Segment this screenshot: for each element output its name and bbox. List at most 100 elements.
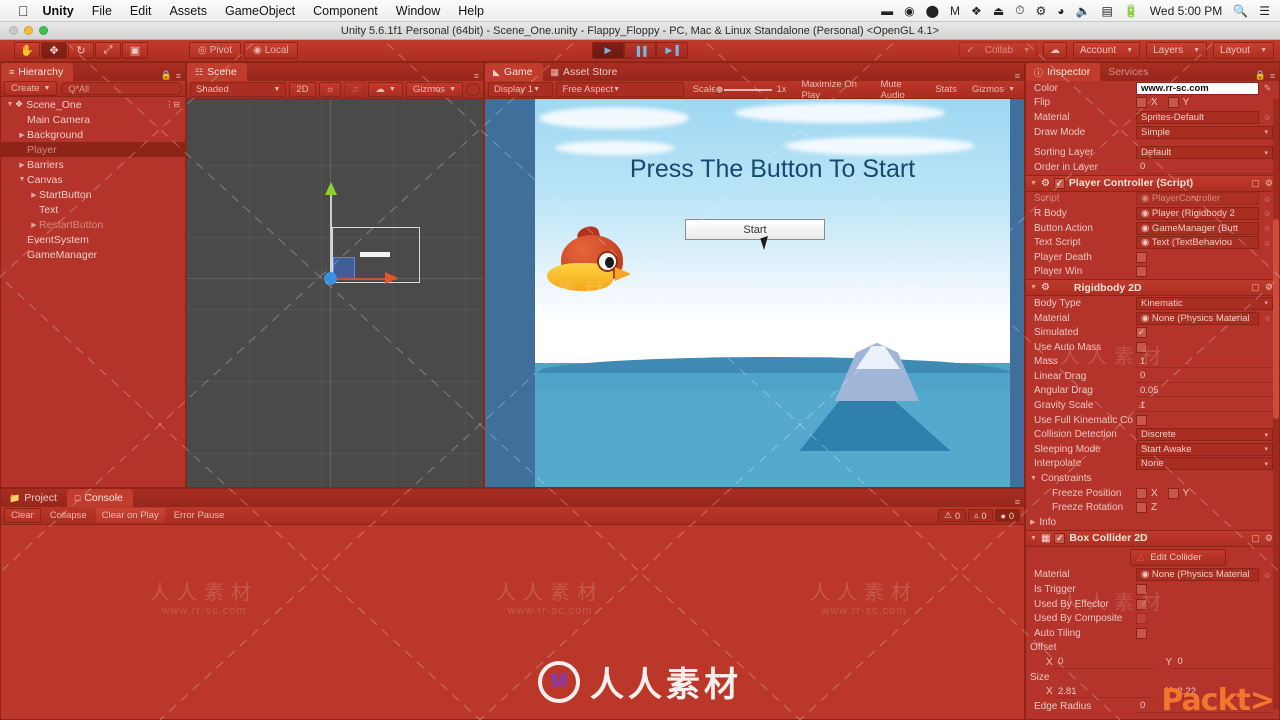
dropbox-icon[interactable]: ❖ (971, 4, 982, 18)
clear-button[interactable]: Clear (4, 508, 41, 523)
error-pause-toggle[interactable]: Error Pause (168, 508, 231, 523)
menu-item-component[interactable]: Component (313, 4, 378, 18)
freeze-position-row[interactable]: Freeze Position X Y (1026, 486, 1279, 501)
player-controller-enabled-checkbox[interactable]: ✓ (1053, 177, 1065, 189)
collision-detection-dropdown[interactable]: Discrete ▾ (1136, 428, 1273, 442)
gizmo-y-axis[interactable] (330, 191, 332, 279)
game-gizmos-dropdown[interactable]: Gizmos ▼ (966, 82, 1021, 97)
order-in-layer-input[interactable]: 0 (1136, 161, 1273, 174)
console-log-list[interactable] (1, 525, 1024, 719)
sleeping-mode-dropdown[interactable]: Start Awake ▾ (1136, 442, 1273, 456)
object-picker-icon[interactable]: ○ (1262, 194, 1273, 204)
hierarchy-item-scene-one[interactable]: ▼ ❖ Scene_One ⋮⊟ (1, 97, 185, 112)
flip-row[interactable]: Flip X Y (1026, 96, 1279, 111)
scene-viewport[interactable] (187, 99, 483, 487)
help-icon[interactable]: ▢ (1251, 178, 1260, 189)
foldout-icon[interactable]: ▼ (17, 176, 27, 183)
panel-menu-icon[interactable]: ≡ (176, 71, 185, 81)
player-controller-header[interactable]: ▼ ⚙ ✓ Player Controller (Script) ▢ ⚙ (1026, 174, 1279, 192)
collision-detection-row[interactable]: Collision Detection Discrete ▾ (1026, 427, 1279, 442)
player-win-row[interactable]: Player Win (1026, 265, 1279, 280)
foldout-icon[interactable]: ▼ (5, 101, 15, 108)
angular-drag-input[interactable]: 0.05 (1136, 384, 1273, 398)
offset-row[interactable]: X 0 Y 0 (1026, 655, 1279, 670)
material-row[interactable]: Material ◉ None (Physics Material ○ (1026, 311, 1279, 326)
draw-mode-dropdown[interactable]: Simple ▾ (1136, 125, 1273, 139)
scale-slider-thumb[interactable] (715, 84, 725, 94)
effects-icon[interactable]: ☁ ▼ (368, 82, 403, 97)
hierarchy-item-gamemanager[interactable]: GameManager (1, 247, 185, 262)
hierarchy-item-main-camera[interactable]: Main Camera (1, 112, 185, 127)
auto-tiling-checkbox[interactable] (1136, 627, 1147, 639)
linear-drag-input[interactable]: 0 (1136, 370, 1273, 383)
spotlight-search-icon[interactable]: 🔍 (1233, 4, 1248, 18)
inspector-scrollbar[interactable] (1273, 99, 1279, 709)
collab-button[interactable]: ✓ Collab ▼ (959, 42, 1037, 59)
notification-center-icon[interactable]: ☰ (1259, 4, 1270, 18)
warning-count-badge[interactable]: ▵ 0 (968, 509, 993, 522)
hand-tool[interactable]: ✋ (14, 42, 40, 59)
foldout-icon[interactable]: ▶ (29, 191, 39, 199)
create-dropdown[interactable]: Create ▼ (4, 81, 58, 96)
text-script-field[interactable]: ◉ Text (TextBehaviou (1136, 236, 1259, 250)
simulated-checkbox[interactable]: ✓ (1136, 327, 1147, 339)
menu-item-gameobject[interactable]: GameObject (225, 4, 295, 18)
foldout-icon[interactable]: ▼ (1030, 284, 1037, 291)
scene-gizmos-dropdown[interactable]: Gizmos ▼ (405, 82, 463, 97)
foldout-icon[interactable]: ▶ (17, 161, 27, 169)
panel-menu-icon[interactable]: ≡ (474, 71, 483, 81)
gizmo-y-arrow-icon[interactable] (325, 182, 337, 195)
menu-item-assets[interactable]: Assets (169, 4, 207, 18)
interpolate-row[interactable]: Interpolate None ▾ (1026, 457, 1279, 472)
button-action-field[interactable]: ◉ GameManager (Butt (1136, 221, 1259, 235)
hierarchy-item-player[interactable]: Player (1, 142, 185, 157)
hierarchy-item-eventsystem[interactable]: EventSystem (1, 232, 185, 247)
player-death-checkbox[interactable] (1136, 251, 1147, 263)
display-dropdown[interactable]: Display 1 ▼ (488, 82, 554, 97)
play-button[interactable]: ▶ (592, 42, 624, 59)
foldout-icon[interactable]: ▼ (1030, 535, 1037, 542)
scale-tool[interactable]: ⤢ (95, 42, 121, 59)
audio-icon[interactable]: ♫ (344, 82, 366, 97)
flip-y-checkbox[interactable] (1167, 97, 1179, 109)
tab-game[interactable]: ◣ Game (485, 63, 543, 81)
menu-item-unity[interactable]: Unity (43, 4, 74, 18)
panel-menu-icon[interactable]: ≡ (1015, 71, 1024, 81)
maximize-on-play-toggle[interactable]: Maximize On Play (796, 79, 872, 101)
input-source-icon[interactable]: ▤ (1102, 4, 1113, 18)
simulated-row[interactable]: Simulated ✓ (1026, 325, 1279, 340)
tab-asset-store[interactable]: ▦ Asset Store (543, 63, 628, 81)
volume-icon[interactable]: 🔈 (1076, 4, 1091, 18)
scale-slider[interactable]: Scale 1x (687, 82, 793, 97)
help-icon[interactable]: ▢ (1251, 533, 1260, 544)
text-script-row[interactable]: Text Script ◉ Text (TextBehaviou ○ (1026, 235, 1279, 250)
script-field[interactable]: ◉ PlayerController (1136, 192, 1259, 206)
use-full-kinematic-co-checkbox[interactable] (1136, 414, 1147, 426)
tab-hierarchy[interactable]: ≡ Hierarchy (1, 63, 74, 81)
box-collider2d-header[interactable]: ▼ ▦ ✓ Box Collider 2D ▢ ⚙ (1026, 529, 1279, 547)
inspector-body[interactable]: Color www.rr-sc.com ✎ Flip X Y Material … (1026, 81, 1279, 719)
dropbox-ring-icon[interactable]: ◉ (904, 4, 914, 18)
cloud-button[interactable]: ☁ (1043, 42, 1067, 59)
airplay-icon[interactable]: ⏏ (993, 4, 1004, 18)
auto-tiling-row[interactable]: Auto Tiling (1026, 626, 1279, 641)
tab-scene[interactable]: ☷ Scene (187, 63, 247, 81)
settings-gear-icon[interactable]: ⚙ (1265, 178, 1273, 189)
offset-y-input[interactable]: 0 (1173, 656, 1273, 669)
timemachine-icon[interactable]: ⏱ (1015, 3, 1024, 18)
object-picker-icon[interactable]: ○ (1262, 570, 1273, 580)
object-picker-icon[interactable]: ○ (1262, 238, 1273, 248)
menu-item-window[interactable]: Window (396, 4, 440, 18)
battery-icon[interactable]: 🔋 (1124, 4, 1139, 18)
order-in-layer-row[interactable]: Order in Layer 0 (1026, 160, 1279, 175)
menu-item-edit[interactable]: Edit (130, 4, 152, 18)
button-action-row[interactable]: Button Action ◉ GameManager (Butt ○ (1026, 221, 1279, 236)
lock-icon[interactable]: 🔒 (1255, 70, 1270, 81)
clear-on-play-toggle[interactable]: Clear on Play (95, 508, 165, 523)
wifi-icon[interactable]: ◕ (1057, 4, 1064, 18)
r-body-row[interactable]: R Body ◉ Player (Rigidbody 2 ○ (1026, 206, 1279, 221)
material-row[interactable]: Material Sprites-Default ○ (1026, 110, 1279, 125)
offset-x-input[interactable]: 0 (1054, 656, 1154, 669)
settings-gear-icon[interactable]: ⚙ (1265, 282, 1273, 293)
rigidbody2d-header[interactable]: ▼ ⚙ Rigidbody 2D ▢ ⚙ (1026, 279, 1279, 297)
